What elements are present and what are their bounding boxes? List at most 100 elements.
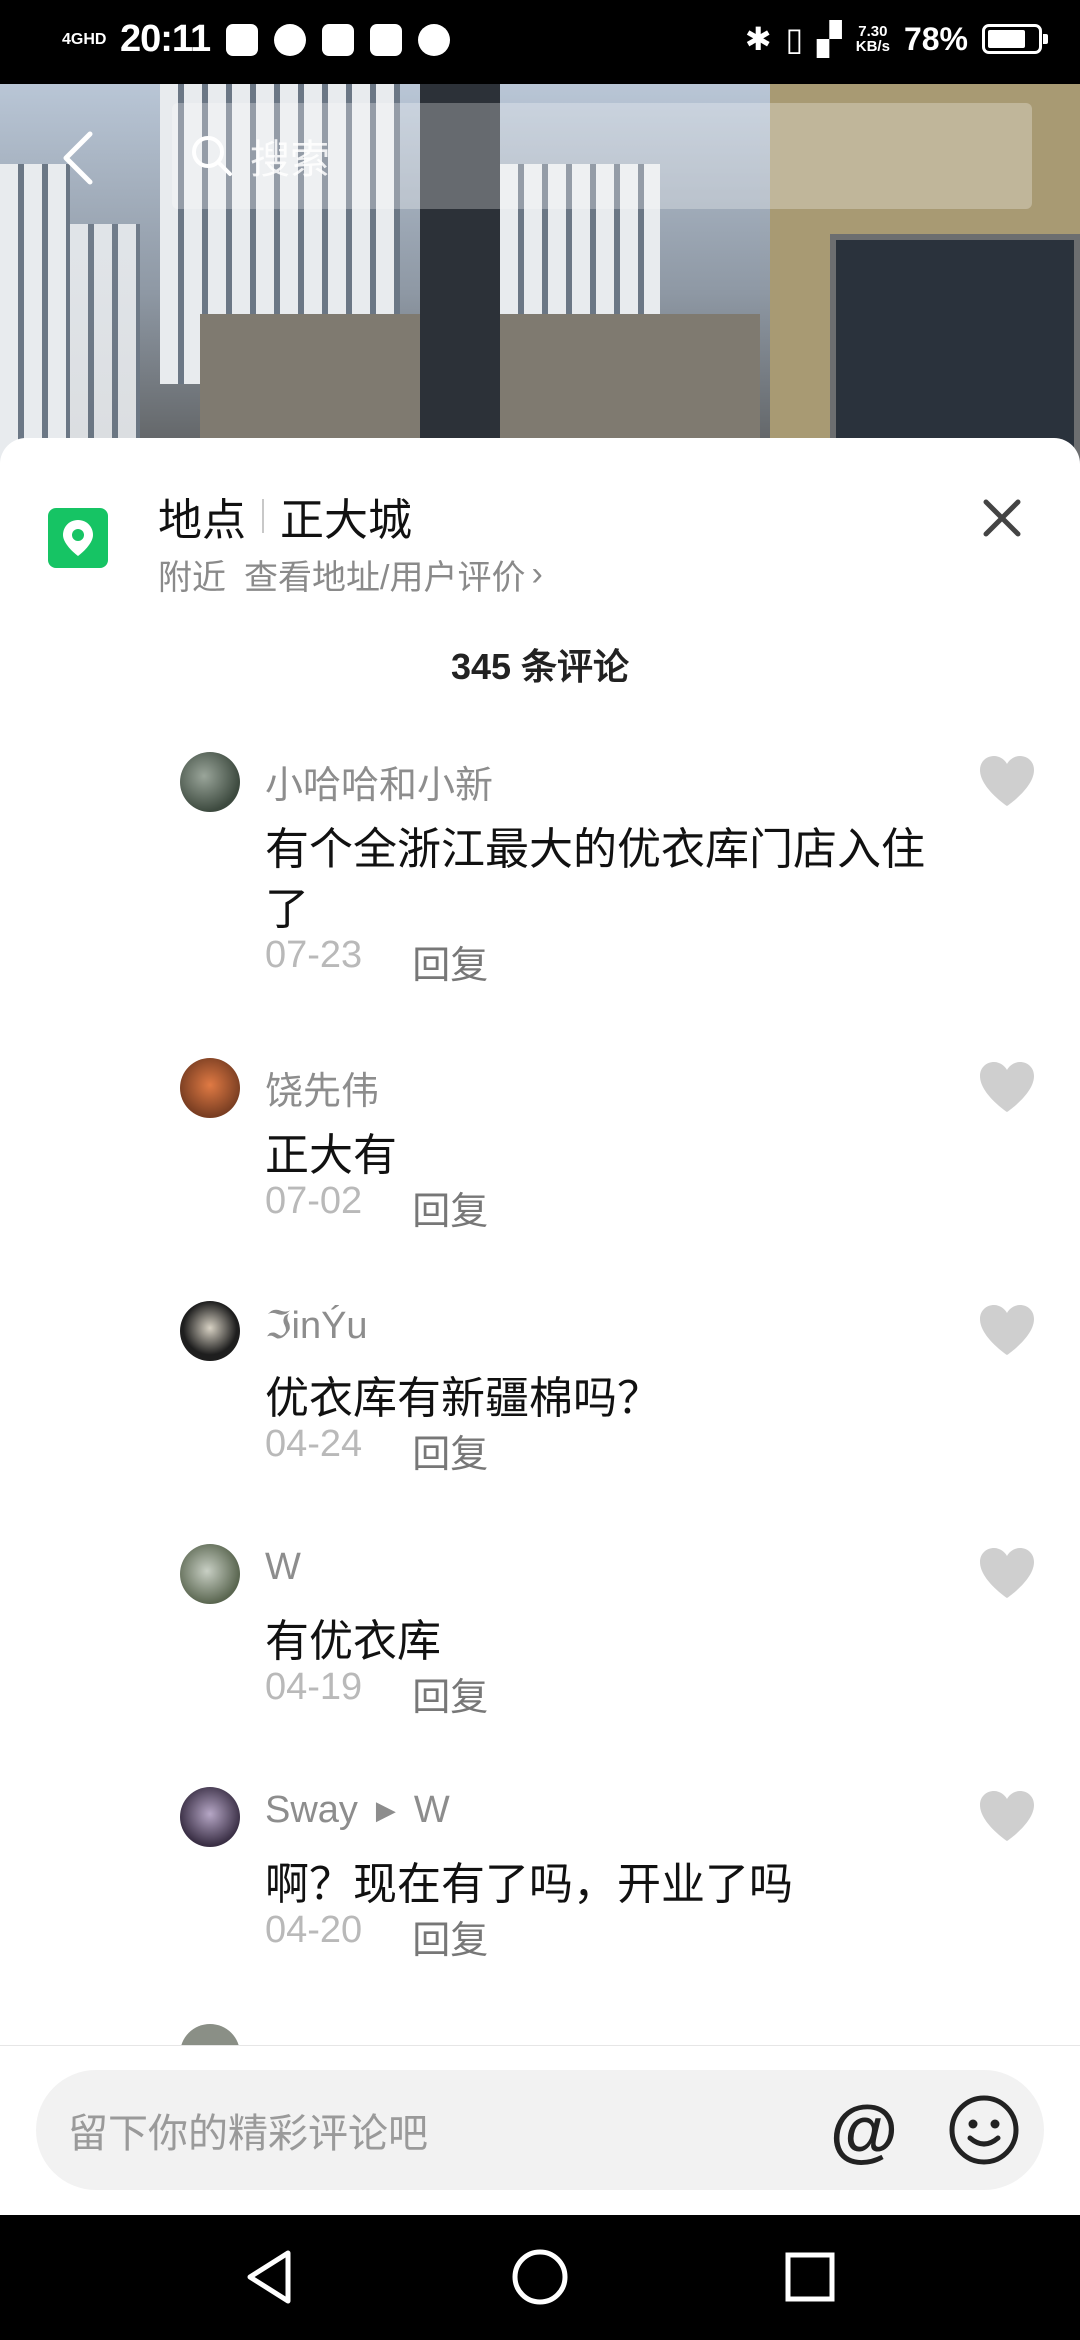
comment-meta: 07-02 回复 xyxy=(265,1180,488,1235)
bluetooth-icon: ✱ xyxy=(744,21,772,57)
comment-date: 04-20 xyxy=(265,1909,363,1951)
search-placeholder: 搜索 xyxy=(250,138,330,182)
reply-arrow-icon: ▶ xyxy=(375,1795,396,1825)
avatar[interactable] xyxy=(180,1058,240,1118)
emoji-button[interactable] xyxy=(946,2092,1022,2168)
clock: 20:11 xyxy=(120,18,211,60)
comment-author[interactable]: ℑinÝu xyxy=(265,1303,368,1348)
search-bar[interactable]: 搜索 xyxy=(172,103,1032,209)
close-button[interactable] xyxy=(972,488,1032,548)
comment-item: 饶先伟 正大有 07-02 回复 xyxy=(0,1052,1080,1235)
comment-item: W 有优衣库 04-19 回复 xyxy=(0,1538,1080,1721)
network-speed-value: 7.30 xyxy=(858,23,888,40)
signal-icon: ▞ xyxy=(817,21,842,57)
network-indicator: 4GHD xyxy=(62,30,107,48)
location-subtitle[interactable]: 附近 查看地址/用户评价 › xyxy=(158,550,543,599)
square-recents-icon xyxy=(785,2252,835,2302)
circle-home-icon xyxy=(512,2249,568,2305)
comment-author-name: 饶先伟 xyxy=(265,1071,380,1113)
network-speed: 7.30 KB/s xyxy=(856,24,890,54)
like-button[interactable] xyxy=(978,1789,1036,1843)
heart-icon xyxy=(980,1305,1034,1355)
comment-input[interactable]: 留下你的精彩评论吧 @ xyxy=(36,2070,1044,2190)
cloud-icon xyxy=(418,23,451,56)
comment-author-name: ℑinÝu xyxy=(265,1305,368,1347)
comment-text[interactable]: 有优衣库 xyxy=(265,1612,955,1672)
nav-back-button[interactable] xyxy=(238,2245,302,2309)
reply-to-name: W xyxy=(413,1789,450,1831)
comment-author[interactable]: 饶先伟 xyxy=(265,1060,379,1115)
app-notification-icon xyxy=(322,23,355,56)
comment-date: 04-24 xyxy=(265,1423,363,1465)
comment-author-name: Sway xyxy=(265,1789,358,1831)
comment-author[interactable]: 小哈哈和小新 xyxy=(265,754,493,809)
comment-text[interactable]: 正大有 xyxy=(265,1126,955,1186)
like-button[interactable] xyxy=(978,1060,1036,1114)
location-pin-icon xyxy=(48,508,108,568)
comment-sheet: 地点 正大城 附近 查看地址/用户评价 › 345 条评论 小哈哈和小新 有个全… xyxy=(0,438,1080,2214)
vibrate-icon: ▯ xyxy=(785,21,804,57)
search-icon xyxy=(192,136,232,176)
app-notification-icon xyxy=(274,23,307,56)
heart-icon xyxy=(980,756,1034,806)
comment-meta: 04-24 回复 xyxy=(265,1423,488,1478)
comment-text[interactable]: 有个全浙江最大的优衣库门店入住了 xyxy=(265,820,955,940)
comment-input-bar: 留下你的精彩评论吧 @ xyxy=(0,2045,1080,2215)
comment-author[interactable]: W xyxy=(265,1546,301,1589)
avatar[interactable] xyxy=(180,1544,240,1604)
nearby-label: 附近 xyxy=(158,559,226,597)
system-navigation-bar xyxy=(0,2215,1080,2340)
like-button[interactable] xyxy=(978,1303,1036,1357)
triangle-back-icon xyxy=(247,2250,291,2304)
comment-date: 07-23 xyxy=(265,934,363,976)
address-reviews-link[interactable]: 查看地址/用户评价 xyxy=(244,550,525,599)
app-notification-icon xyxy=(370,23,403,56)
back-button[interactable] xyxy=(48,118,108,198)
comment-item: Sway ▶ W 啊？现在有了吗，开业了吗 04-20 回复 xyxy=(0,1781,1080,1964)
status-bar-left: 4GHD 20:11 xyxy=(62,18,451,61)
comment-item: ℑinÝu 优衣库有新疆棉吗？ 04-24 回复 xyxy=(0,1295,1080,1478)
heart-icon xyxy=(980,1062,1034,1112)
comment-count: 345 条评论 xyxy=(450,646,630,687)
reply-button[interactable]: 回复 xyxy=(412,1423,488,1478)
nav-recents-button[interactable] xyxy=(778,2245,842,2309)
avatar[interactable] xyxy=(180,1787,240,1847)
chevron-left-icon xyxy=(63,131,93,185)
heart-icon xyxy=(980,1791,1034,1841)
comment-text[interactable]: 优衣库有新疆棉吗？ xyxy=(265,1369,955,1429)
emoji-icon xyxy=(949,2095,1019,2165)
avatar[interactable] xyxy=(180,1301,240,1361)
location-label: 地点 xyxy=(158,496,246,545)
comment-date: 07-02 xyxy=(265,1180,363,1222)
reply-button[interactable]: 回复 xyxy=(412,1909,488,1964)
comment-item: 小哈哈和小新 有个全浙江最大的优衣库门店入住了 07-23 回复 xyxy=(0,746,1080,987)
battery-icon xyxy=(982,24,1048,54)
chevron-right-icon: › xyxy=(531,555,543,593)
location-title[interactable]: 地点 正大城 xyxy=(158,484,412,548)
comment-date: 04-19 xyxy=(265,1666,363,1708)
comment-author[interactable]: Sway ▶ W xyxy=(265,1789,450,1832)
location-pin-glyph xyxy=(63,520,93,556)
reply-button[interactable]: 回复 xyxy=(412,1666,488,1721)
battery-fill xyxy=(988,30,1025,48)
reply-button[interactable]: 回复 xyxy=(412,934,488,989)
window-shape xyxy=(830,234,1080,464)
reply-button[interactable]: 回复 xyxy=(412,1180,488,1235)
network-speed-unit: KB/s xyxy=(855,38,890,55)
comment-text[interactable]: 啊？现在有了吗，开业了吗 xyxy=(265,1855,955,1915)
heart-icon xyxy=(980,1548,1034,1598)
nav-home-button[interactable] xyxy=(508,2245,572,2309)
comment-meta: 04-19 回复 xyxy=(265,1666,488,1721)
status-bar-right: ✱ ▯ ▞ 7.30 KB/s 78% xyxy=(744,20,1048,58)
status-bar: 4GHD 20:11 ✱ ▯ ▞ 7.30 KB/s 78% xyxy=(0,0,1080,84)
building-shape xyxy=(70,224,140,464)
comment-author-name: W xyxy=(265,1546,301,1588)
avatar[interactable] xyxy=(180,752,240,812)
battery-percent: 78% xyxy=(903,20,968,57)
like-button[interactable] xyxy=(978,754,1036,808)
close-icon xyxy=(983,499,1021,537)
comment-meta: 04-20 回复 xyxy=(265,1909,488,1964)
like-button[interactable] xyxy=(978,1546,1036,1600)
mention-button[interactable]: @ xyxy=(826,2092,902,2168)
comment-author-name: 小哈哈和小新 xyxy=(265,765,494,807)
